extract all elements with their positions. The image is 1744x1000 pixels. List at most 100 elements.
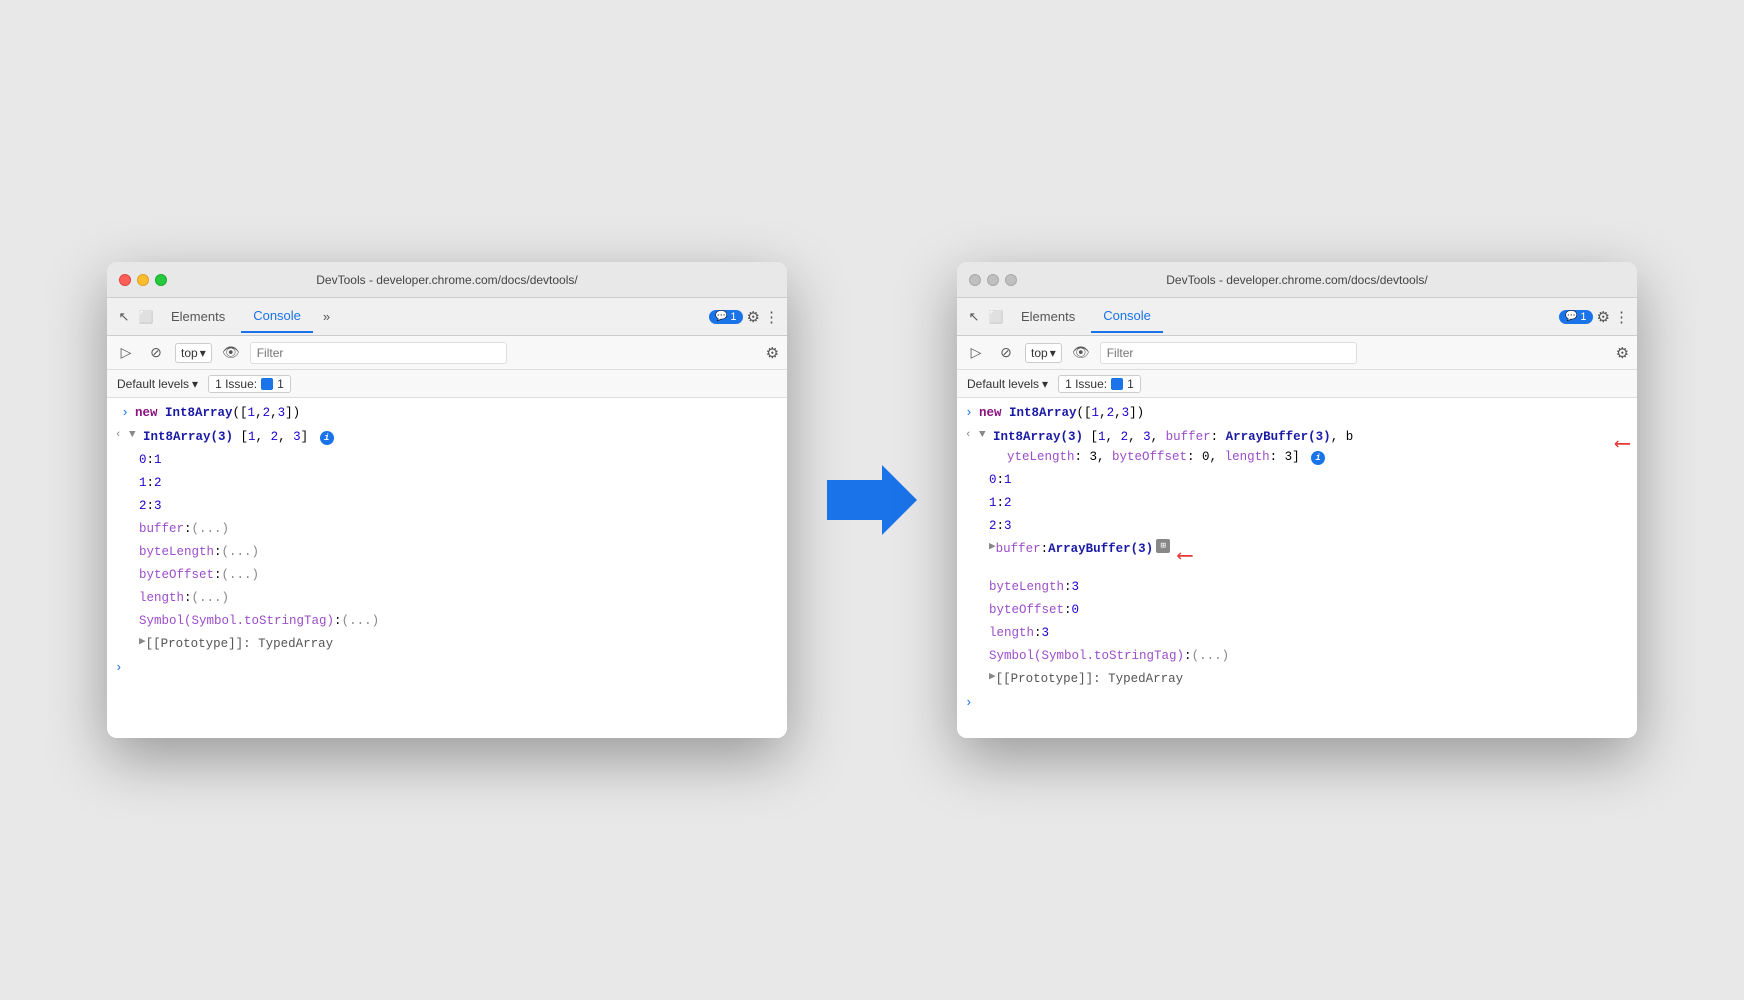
left-top-chevron: ▾: [200, 346, 206, 360]
right-issues-bar: Default levels ▾ 1 Issue: 1: [957, 370, 1637, 398]
right-tab-console[interactable]: Console: [1091, 301, 1163, 333]
right-buffer-triangle[interactable]: ▶: [989, 539, 996, 557]
right-tab-elements[interactable]: Elements: [1009, 301, 1087, 333]
right-issue-icon: [1111, 378, 1123, 390]
right-tl-maximize[interactable]: [1005, 274, 1017, 286]
right-prop-prototype: ▶ [[Prototype]]: TypedArray: [965, 668, 1629, 691]
left-issues-count[interactable]: 1 Issue: 1: [208, 375, 291, 393]
blue-arrow-svg: [827, 465, 917, 535]
right-device-icon[interactable]: ⬜: [987, 308, 1005, 326]
left-prompt[interactable]: ›: [115, 656, 779, 680]
right-prop-buffer: ▶ buffer : ArrayBuffer(3) ⊞ ⟵: [965, 538, 1629, 576]
right-title-bar: DevTools - developer.chrome.com/docs/dev…: [957, 262, 1637, 298]
right-prop-length: length: 3: [965, 622, 1629, 645]
left-new-keyword: new: [135, 406, 165, 420]
right-gear-icon[interactable]: ⚙: [1597, 308, 1610, 326]
right-top-label: top: [1031, 346, 1048, 360]
left-back-arrow: ‹: [115, 427, 129, 445]
left-inspect-icon[interactable]: ↖: [115, 308, 133, 326]
right-tl-close[interactable]: [969, 274, 981, 286]
right-prop-1: 1: 2: [965, 492, 1629, 515]
right-console-toolbar: ▷ ⊘ top ▾ 👁 ⚙: [957, 336, 1637, 370]
right-prop-bytelength: byteLength: 3: [965, 576, 1629, 599]
left-prop-length: length: (...): [115, 587, 779, 610]
left-devtools-window: DevTools - developer.chrome.com/docs/dev…: [107, 262, 787, 738]
left-expand-triangle[interactable]: ▼: [129, 427, 143, 445]
left-prop-prototype: ▶ [[Prototype]]: TypedArray: [115, 633, 779, 656]
left-run-btn[interactable]: ▷: [115, 342, 137, 364]
left-output-header: ‹ ▼ Int8Array(3) [1, 2, 3] i: [115, 426, 779, 449]
left-tl-close[interactable]: [119, 274, 131, 286]
left-console-gear[interactable]: ⚙: [766, 344, 779, 362]
right-prompt[interactable]: ›: [965, 691, 1629, 715]
right-eye-btn[interactable]: 👁: [1070, 342, 1092, 364]
left-prompt-arrow: ›: [115, 658, 123, 678]
left-input-arrow: ›: [115, 403, 135, 424]
left-top-label: top: [181, 346, 198, 360]
left-issue-icon: [261, 378, 273, 390]
left-gear-icon[interactable]: ⚙: [747, 308, 760, 326]
left-top-selector[interactable]: top ▾: [175, 343, 212, 363]
left-default-levels[interactable]: Default levels ▾: [117, 377, 198, 391]
left-title-bar: DevTools - developer.chrome.com/docs/dev…: [107, 262, 787, 298]
right-inspect-icon[interactable]: ↖: [965, 308, 983, 326]
left-tl-maximize[interactable]: [155, 274, 167, 286]
left-tl-minimize[interactable]: [137, 274, 149, 286]
left-issues-bar: Default levels ▾ 1 Issue: 1: [107, 370, 787, 398]
right-default-levels[interactable]: Default levels ▾: [967, 377, 1048, 391]
right-run-btn[interactable]: ▷: [965, 342, 987, 364]
right-expand-triangle[interactable]: ▼: [979, 427, 993, 445]
right-input-arrow: ›: [965, 403, 979, 424]
right-console-content: › new Int8Array([1,2,3]) ‹ ▼ Int8Array(3…: [957, 398, 1637, 738]
right-prop-0: 0: 1: [965, 469, 1629, 492]
direction-arrow: [827, 465, 917, 535]
right-console-gear[interactable]: ⚙: [1616, 344, 1629, 362]
left-ban-btn[interactable]: ⊘: [145, 342, 167, 364]
left-info-badge[interactable]: i: [320, 431, 334, 445]
right-filter-input[interactable]: [1100, 342, 1357, 364]
left-more-icon[interactable]: ⋮: [764, 308, 779, 326]
left-window-title: DevTools - developer.chrome.com/docs/dev…: [316, 273, 577, 287]
right-prompt-arrow: ›: [965, 693, 973, 713]
left-prop-2: 2: 3: [115, 495, 779, 518]
right-ban-btn[interactable]: ⊘: [995, 342, 1017, 364]
right-top-selector[interactable]: top ▾: [1025, 343, 1062, 363]
right-buffer-icon: ⊞: [1156, 539, 1170, 553]
left-devtools-tabs: ↖ ⬜ Elements Console » 💬 1 ⚙ ⋮: [107, 298, 787, 336]
left-tab-console[interactable]: Console: [241, 301, 313, 333]
right-window-title: DevTools - developer.chrome.com/docs/dev…: [1166, 273, 1427, 287]
left-badge-count: 1: [730, 311, 736, 323]
right-issues-count[interactable]: 1 Issue: 1: [1058, 375, 1141, 393]
left-issues-badge[interactable]: 💬 1: [709, 310, 743, 324]
left-tab-elements[interactable]: Elements: [159, 301, 237, 333]
right-top-chevron: ▾: [1050, 346, 1056, 360]
left-eye-btn[interactable]: 👁: [220, 342, 242, 364]
right-traffic-lights: [969, 274, 1017, 286]
left-console-content: › new Int8Array([1,2,3]) ‹ ▼ Int8Array(3…: [107, 398, 787, 738]
left-prop-1: 1: 2: [115, 472, 779, 495]
right-output-header: ‹ ▼ Int8Array(3) [1, 2, 3, buffer: Array…: [965, 426, 1629, 469]
right-devtools-tabs: ↖ ⬜ Elements Console 💬 1 ⚙ ⋮: [957, 298, 1637, 336]
left-prop-bytelength: byteLength: (...): [115, 541, 779, 564]
right-info-badge[interactable]: i: [1311, 451, 1325, 465]
left-prop-byteoffset: byteOffset: (...): [115, 564, 779, 587]
left-device-icon[interactable]: ⬜: [137, 308, 155, 326]
left-prop-0: 0: 1: [115, 449, 779, 472]
right-tl-minimize[interactable]: [987, 274, 999, 286]
right-devtools-window: DevTools - developer.chrome.com/docs/dev…: [957, 262, 1637, 738]
left-prop-buffer: buffer: (...): [115, 518, 779, 541]
right-prop-byteoffset: byteOffset: 0: [965, 599, 1629, 622]
right-issues-badge[interactable]: 💬 1: [1559, 310, 1593, 324]
right-badge-count: 1: [1580, 311, 1586, 323]
left-filter-input[interactable]: [250, 342, 507, 364]
left-tab-more[interactable]: »: [317, 309, 336, 324]
right-input-line: › new Int8Array([1,2,3]): [965, 402, 1629, 426]
left-traffic-lights: [119, 274, 167, 286]
right-back-arrow: ‹: [965, 427, 979, 445]
scene: DevTools - developer.chrome.com/docs/dev…: [107, 262, 1637, 738]
left-class-name: Int8Array: [165, 406, 233, 420]
right-more-icon[interactable]: ⋮: [1614, 308, 1629, 326]
left-prop-symbol: Symbol(Symbol.toStringTag): (...): [115, 610, 779, 633]
right-red-arrow-header: ⟵: [1616, 427, 1629, 462]
left-console-toolbar: ▷ ⊘ top ▾ 👁 ⚙: [107, 336, 787, 370]
